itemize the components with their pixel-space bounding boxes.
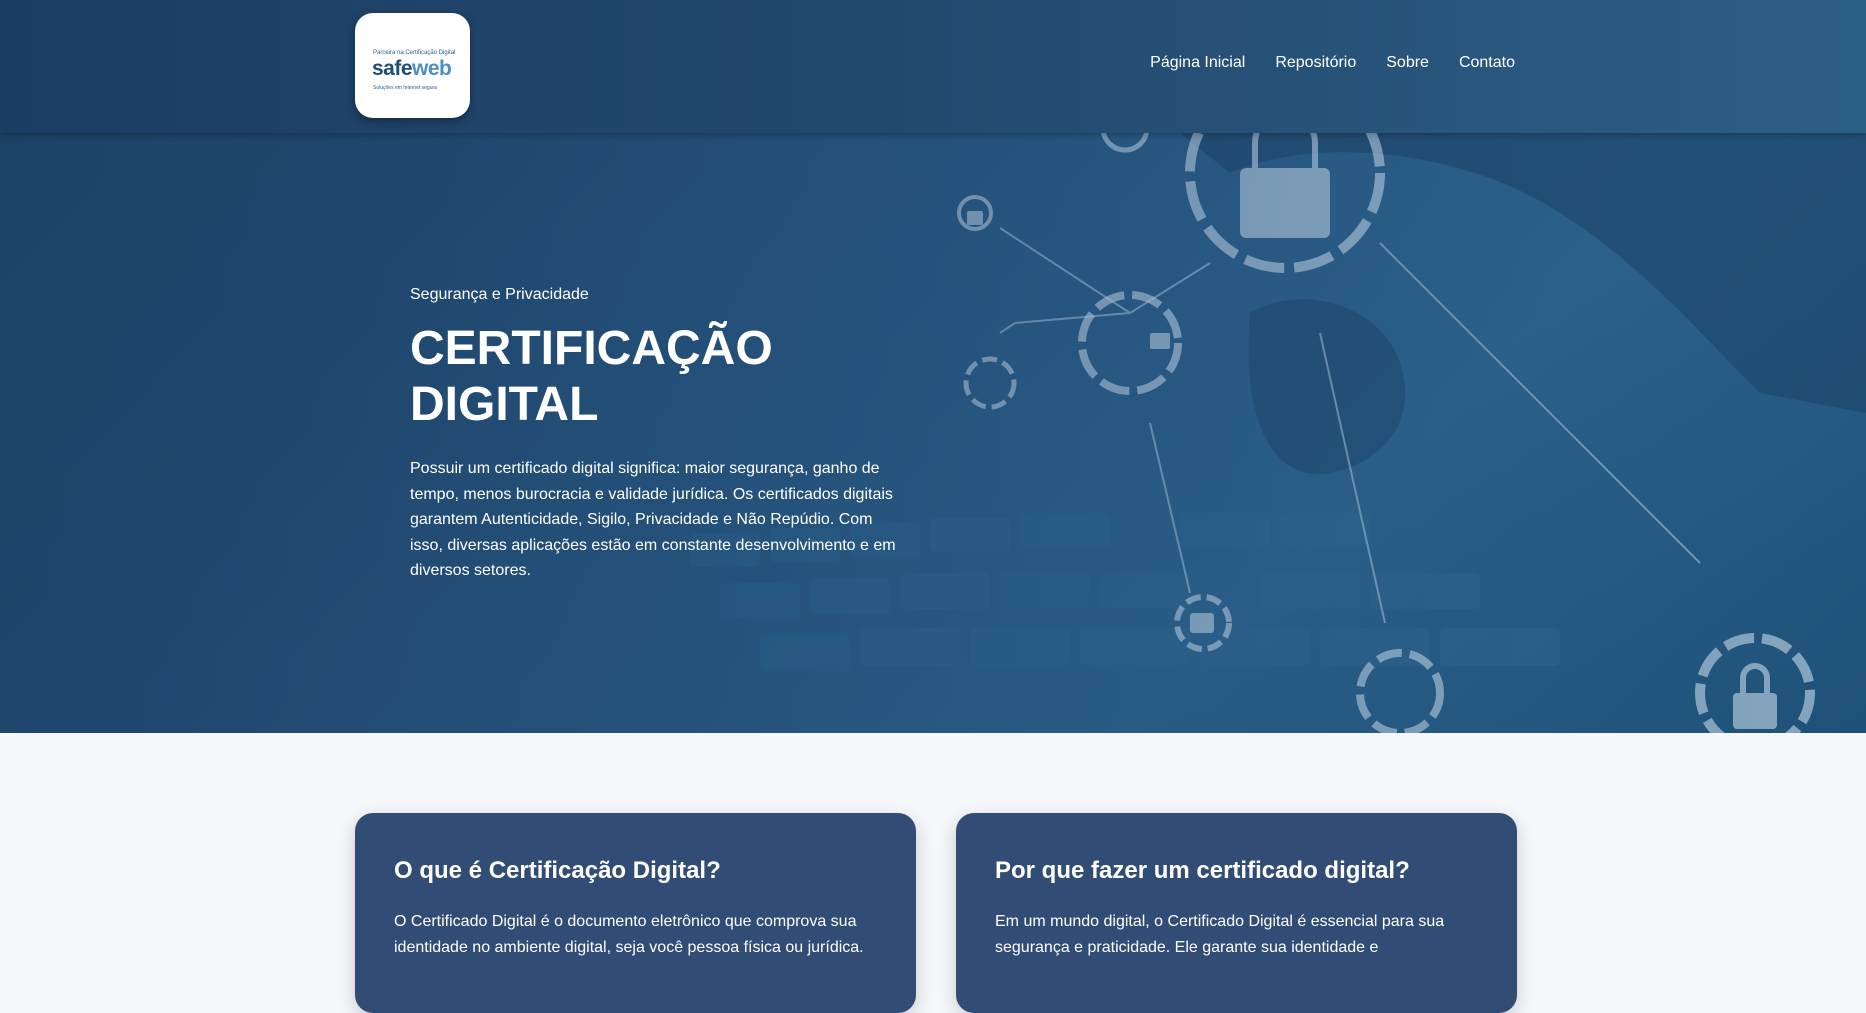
logo-subtitle: Soluções em Internet segura bbox=[373, 85, 437, 91]
logo-tagline: Parceira na Certificação Digital bbox=[373, 50, 456, 56]
safeweb-logo[interactable]: Parceira na Certificação Digital safeweb… bbox=[355, 13, 470, 118]
site-header: Parceira na Certificação Digital safeweb… bbox=[0, 0, 1866, 133]
card-text: O Certificado Digital é o documento elet… bbox=[394, 913, 864, 956]
hero-description: Possuir um certificado digital significa… bbox=[410, 460, 896, 579]
card-text: Em um mundo digital, o Certificado Digit… bbox=[995, 913, 1445, 956]
logo-wordmark-prefix: safe bbox=[372, 57, 413, 80]
nav-home-link[interactable]: Página Inicial bbox=[1150, 54, 1245, 72]
hero-overlay bbox=[0, 133, 1866, 733]
hero-title: CERTIFICAÇÃO DIGITAL bbox=[410, 322, 773, 431]
nav-repository-link[interactable]: Repositório bbox=[1275, 54, 1356, 72]
logo-wordmark-suffix: web bbox=[412, 57, 452, 80]
main-nav: Página Inicial Repositório Sobre Contato bbox=[1150, 54, 1515, 72]
logo-wordmark: safeweb bbox=[372, 57, 452, 81]
hero-section: Segurança e Privacidade CERTIFICAÇÃO DIG… bbox=[0, 133, 1866, 733]
hero-content: Segurança e Privacidade CERTIFICAÇÃO DIG… bbox=[410, 286, 910, 584]
info-cards: O que é Certificação Digital? O Certific… bbox=[355, 813, 1517, 1013]
nav-about-link[interactable]: Sobre bbox=[1386, 54, 1429, 72]
card-title: O que é Certificação Digital? bbox=[394, 857, 721, 884]
nav-contact-link[interactable]: Contato bbox=[1459, 54, 1515, 72]
info-card-what-is: O que é Certificação Digital? O Certific… bbox=[355, 813, 916, 1013]
card-title: Por que fazer um certificado digital? bbox=[995, 857, 1410, 884]
info-card-why: Por que fazer um certificado digital? Em… bbox=[956, 813, 1517, 1013]
hero-subtitle: Segurança e Privacidade bbox=[410, 286, 589, 303]
